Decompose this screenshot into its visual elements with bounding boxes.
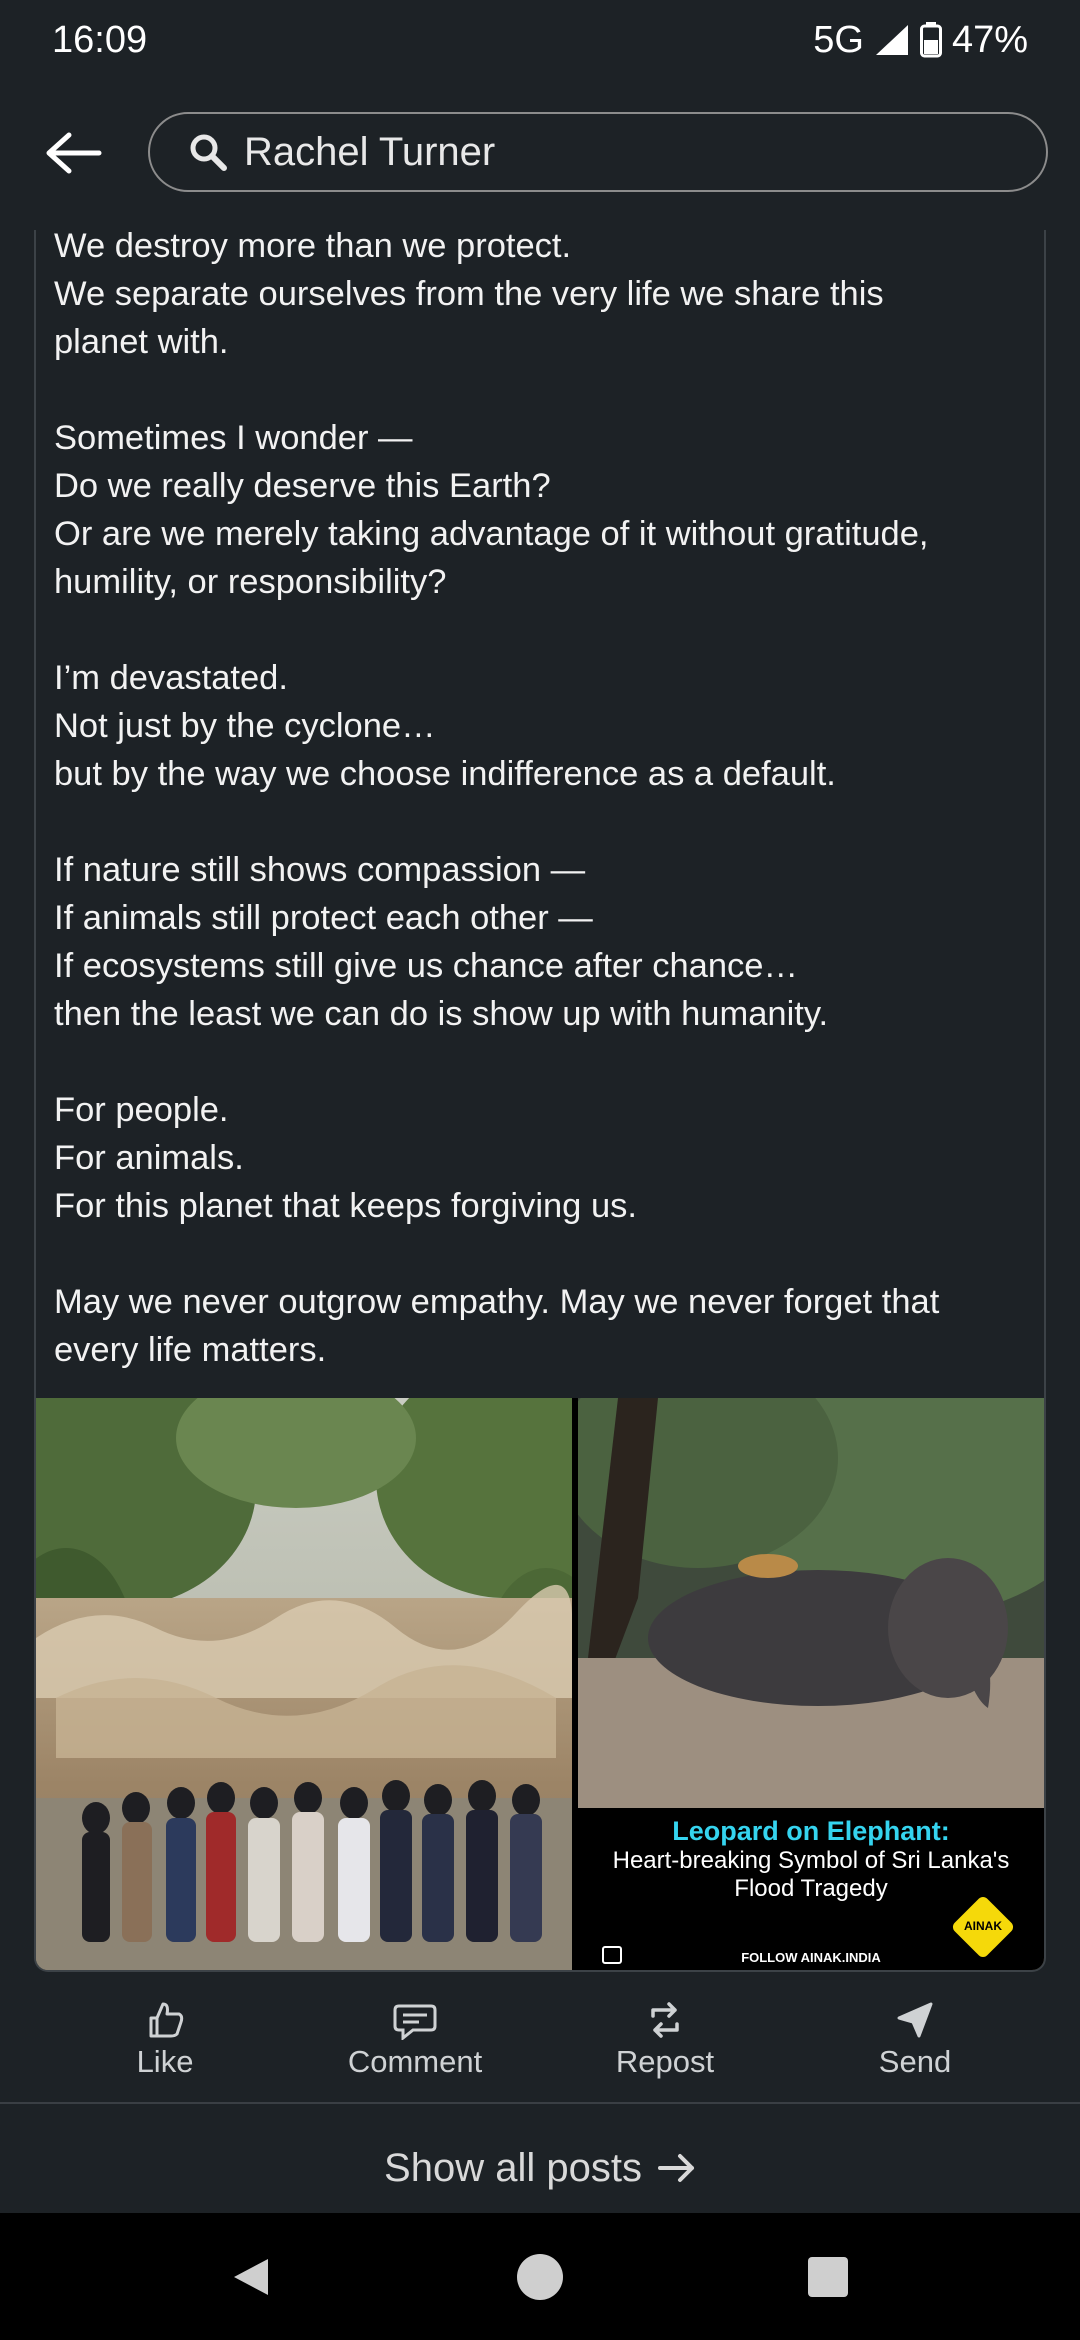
post-line: For this planet that keeps forgiving us. [54,1187,637,1225]
paragraph-3: I’m devastated. Not just by the cyclone…… [54,654,1044,798]
post-images: Leopard on Elephant: Heart-breaking Symb… [36,1398,1044,1970]
status-bar: 16:09 5G 47% [0,0,1080,80]
post-line: Or are we merely taking advantage of it … [54,515,929,553]
caption-subline: Flood Tragedy [734,1875,888,1902]
paragraph-4: If nature still shows compassion — If an… [54,846,1044,1038]
nav-back-icon[interactable] [230,2255,274,2299]
camera-icon [602,1946,622,1964]
thumbs-up-icon [149,2002,184,2038]
footer-label: FOLLOW AINAK.INDIA [741,1950,881,1965]
post-line: humility, or responsibility? [54,563,447,601]
flood-illustration [36,1398,572,1970]
status-icons: 5G 47% [813,19,1028,62]
paragraph-1: We destroy more than we protect. We sepa… [54,230,1044,366]
arrow-right-icon [657,2154,694,2182]
battery-icon [919,22,942,58]
repost-label: Repost [615,2044,715,2079]
battery-level: 47% [951,18,1028,61]
system-nav-bar [0,2213,1080,2340]
caption-subline: Heart-breaking Symbol of Sri Lanka's [612,1847,1010,1874]
post-line: If nature still shows compassion — [54,851,586,889]
post-line: Sometimes I wonder — [54,419,413,457]
send-icon [897,2002,933,2038]
post-actions: Like Comment Repost Send [0,1990,1080,2090]
post-line: May we never outgrow empathy. May we nev… [54,1283,940,1321]
nav-home-icon[interactable] [515,2252,565,2302]
post-line: We destroy more than we protect. [54,230,572,265]
paragraph-2: Sometimes I wonder — Do we really deserv… [54,414,1044,606]
post-line: Do we really deserve this Earth? [54,467,551,505]
show-all-label: Show all posts [384,2145,642,2190]
flood-photo[interactable] [36,1398,572,1970]
post-line: For people. [54,1091,229,1129]
comment-button[interactable]: Comment [315,2000,515,2080]
search-query: Rachel Turner [244,129,496,174]
post-card: We destroy more than we protect. We sepa… [34,230,1046,1972]
repost-button[interactable]: Repost [565,2000,765,2080]
network-label: 5G [813,18,864,61]
nav-recents-icon[interactable] [806,2255,850,2299]
send-label: Send [878,2044,952,2079]
post-line: For animals. [54,1139,244,1177]
paragraph-6: May we never outgrow empathy. May we nev… [54,1278,1044,1374]
like-label: Like [136,2044,194,2079]
post-line: If animals still protect each other — [54,899,593,937]
post-line: We separate ourselves from the very life… [54,275,884,313]
divider [0,2102,1080,2104]
post-line: then the least we can do is show up with… [54,995,829,1033]
signal-icon [875,25,908,55]
comment-label: Comment [347,2044,483,2079]
post-line: Not just by the cyclone… [54,707,436,745]
send-button[interactable]: Send [815,2000,1015,2080]
image-caption: Leopard on Elephant: Heart-breaking Symb… [578,1816,1044,1903]
search-input[interactable]: Rachel Turner [148,112,1048,192]
post-body: We destroy more than we protect. We sepa… [36,230,1044,1374]
post-line: every life matters. [54,1331,327,1369]
like-button[interactable]: Like [65,2000,265,2080]
logo-text: AINAK [964,1919,1002,1933]
post-line: but by the way we choose indifference as… [54,755,836,793]
leopard-elephant-photo[interactable]: Leopard on Elephant: Heart-breaking Symb… [578,1398,1044,1970]
top-bar: Rachel Turner [0,110,1080,196]
comment-icon [393,2004,437,2040]
repost-icon [651,2002,679,2038]
status-time: 16:09 [52,18,148,61]
paragraph-5: For people. For animals. For this planet… [54,1086,1044,1230]
back-arrow-icon [46,132,102,174]
show-all-posts-link[interactable]: Show all posts [0,2118,1080,2218]
post-line: planet with. [54,323,229,361]
post-line: If ecosystems still give us chance after… [54,947,798,985]
caption-headline: Leopard on Elephant: [672,1816,950,1846]
post-line: I’m devastated. [54,659,288,697]
search-icon [190,134,227,171]
back-button[interactable] [38,120,108,186]
